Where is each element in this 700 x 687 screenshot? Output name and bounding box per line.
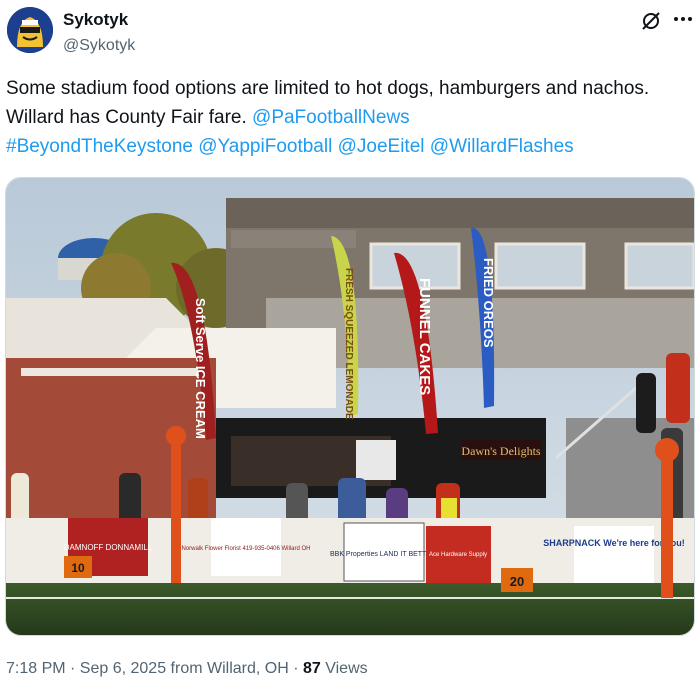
yard-marker-20: 20 — [510, 574, 524, 589]
ad-ace: Ace Hardware Supply — [429, 552, 487, 558]
more-options-icon[interactable] — [670, 6, 696, 32]
tweet-text: Some stadium food options are limited to… — [6, 74, 686, 161]
mention-joeeitel[interactable]: @JoeEitel — [338, 136, 425, 157]
tweet-photo[interactable]: Dawn's Delights Soft Serve ICE CREAM FRE… — [5, 177, 695, 636]
banner-funnel-cakes: FUNNEL CAKES — [416, 278, 433, 395]
hashtag-beyondthekeystone[interactable]: #BeyondTheKeystone — [6, 136, 193, 157]
ad-bbk: BBK Properties LAND IT BETTER! — [330, 551, 438, 558]
banner-oreos: FRIED OREOS — [481, 258, 496, 348]
tweet-header: Sykotyk @Sykotyk — [0, 0, 700, 66]
timestamp[interactable]: 7:18 PM · Sep 6, 2025 from Willard, OH · — [6, 660, 303, 677]
views-count: 87 — [303, 660, 321, 677]
user-handle[interactable]: @Sykotyk — [63, 36, 135, 56]
mention-willardflashes[interactable]: @WillardFlashes — [430, 136, 574, 157]
banner-lemonade: FRESH SQUEEZED LEMONADE — [343, 268, 354, 420]
avatar[interactable] — [7, 7, 53, 53]
mention-yappifootball[interactable]: @YappiFootball — [198, 136, 332, 157]
grok-icon[interactable] — [638, 8, 664, 34]
banner-ice-cream: Soft Serve ICE CREAM — [193, 298, 208, 439]
tweet-meta: 7:18 PM · Sep 6, 2025 from Willard, OH ·… — [6, 657, 368, 681]
trailer-sign: Dawn's Delights — [461, 444, 540, 458]
ad-damnoff: DAMNOFF DONNAMILL — [64, 543, 153, 552]
ad-florist: Norwalk Flower Florist 419-935-0406 Will… — [181, 546, 310, 552]
yard-marker-10: 10 — [71, 561, 85, 575]
display-name[interactable]: Sykotyk — [63, 10, 135, 30]
mention-pafootballnews[interactable]: @PaFootballNews — [252, 107, 410, 128]
views-label: Views — [320, 660, 368, 677]
